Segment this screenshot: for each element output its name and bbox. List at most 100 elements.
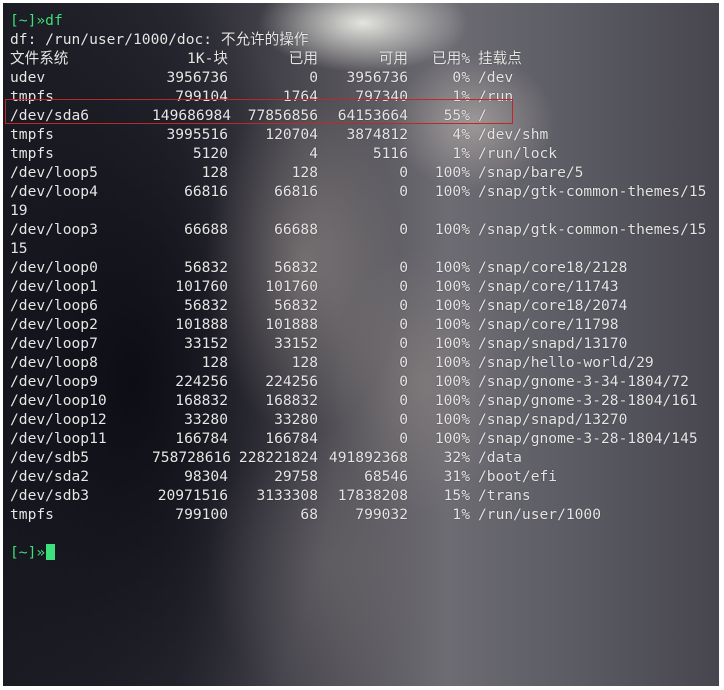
cell-use-pct: 31% [443,468,470,485]
cell-mounted-on: /snap/core18/2128 [478,259,628,276]
cell-used: 101760 [265,278,318,295]
header-blocks: 1K-块 [187,50,228,67]
table-row: tmpfs 799100 68 799032 1% /run/user/1000 [10,505,706,524]
cell-available: 0 [399,411,408,428]
table-row: /dev/loop11 166784 166784 0 100% /snap/gnome-… [10,429,706,448]
cell-use-pct: 32% [443,449,470,466]
cell-available: 0 [399,164,408,181]
cell-used: 33152 [274,335,318,352]
cell-blocks: 5120 [192,145,228,162]
cell-use-pct: 100% [434,164,470,181]
cell-available: 0 [399,335,408,352]
table-row: /dev/loop1 101760 101760 0 100% /snap/core/11… [10,277,706,296]
prompt: [~]» [10,12,46,29]
table-row: /dev/loop10 168832 168832 0 100% /snap/gnome-… [10,391,706,410]
table-row: /dev/loop5 128 128 0 100% /snap/bare/5 [10,163,706,182]
terminal-output: [~]»df df: /run/user/1000/doc: 不允许的操作 文件… [10,11,706,562]
cell-use-pct: 100% [434,430,470,447]
cell-blocks: 33152 [184,335,228,352]
cell-use-pct: 100% [434,183,470,200]
cell-available: 0 [399,316,408,333]
cell-filesystem: tmpfs [10,506,54,523]
cell-used: 66688 [274,221,318,238]
cell-filesystem: /dev/loop6 [10,297,98,314]
table-row: /dev/loop4 66816 66816 0 100% /snap/gtk-commo… [10,182,706,201]
cell-filesystem: udev [10,69,46,86]
table-row: /dev/loop6 56832 56832 0 100% /snap/core18/20… [10,296,706,315]
cell-used: 168832 [265,392,318,409]
cell-available: 0 [399,430,408,447]
header-mounted-on: 挂载点 [478,50,522,67]
cell-used: 66816 [274,183,318,200]
cell-used: 120704 [265,126,318,143]
cell-blocks: 3956736 [166,69,228,86]
table-row: /dev/loop3 66688 66688 0 100% /snap/gtk-commo… [10,220,706,239]
cell-blocks: 56832 [184,297,228,314]
terminal-window[interactable]: [~]»df df: /run/user/1000/doc: 不允许的操作 文件… [3,3,719,686]
error-line: df: /run/user/1000/doc: 不允许的操作 [10,31,309,48]
cell-blocks: 56832 [184,259,228,276]
text-cursor [46,544,56,560]
cell-mounted-on: /data [478,449,522,466]
cell-filesystem: /dev/loop10 [10,392,107,409]
cell-available: 0 [399,373,408,390]
cell-mounted-on: /snap/gnome-3-28-1804/145 [478,430,698,447]
cell-available: 0 [399,354,408,371]
cell-mounted-on: /dev [478,69,514,86]
table-row: /dev/loop7 33152 33152 0 100% /snap/snapd/131… [10,334,706,353]
cell-use-pct: 100% [434,411,470,428]
cell-use-pct: 100% [434,392,470,409]
cell-filesystem: tmpfs [10,145,54,162]
table-row: /dev/loop8 128 128 0 100% /snap/hello-world/2… [10,353,706,372]
cell-mounted-on: /snap/snapd/13170 [478,335,628,352]
cell-used: 128 [291,164,318,181]
cell-filesystem: /dev/loop11 [10,430,107,447]
table-header: 文件系统 1K-块 已用 可用 已用% 挂载点 [10,49,706,68]
table-row: udev 3956736 0 3956736 0% /dev [10,68,706,87]
cell-used: 68 [300,506,318,523]
cell-blocks: 33280 [184,411,228,428]
table-row: tmpfs 5120 4 5116 1% /run/lock [10,144,706,163]
cell-use-pct: 1% [452,145,470,162]
cell-filesystem: /dev/loop12 [10,411,107,428]
cell-used: 101888 [265,316,318,333]
cell-mounted-on: /trans [478,487,531,504]
cell-filesystem: /dev/loop9 [10,373,98,390]
cell-mounted-on: /snap/snapd/13270 [478,411,628,428]
final-prompt: [~]» [10,544,46,561]
cell-mounted-on: /snap/gnome-3-28-1804/161 [478,392,698,409]
cell-filesystem: /dev/sdb3 [10,487,90,504]
cell-used: 228221824 [238,449,318,466]
cell-use-pct: 100% [434,335,470,352]
cell-blocks: 168832 [175,392,228,409]
cell-used: 128 [291,354,318,371]
command-line: [~]»df [10,11,706,30]
cell-mounted-on: /run/user/1000 [478,506,602,523]
cell-use-pct: 4% [452,126,470,143]
cell-used: 33280 [274,411,318,428]
header-used: 已用 [288,50,318,67]
cell-used: 56832 [274,297,318,314]
cell-blocks: 224256 [175,373,228,390]
cell-use-pct: 100% [434,278,470,295]
header-use-pct: 已用% [432,50,470,67]
cell-blocks: 166784 [175,430,228,447]
input-line[interactable]: [~]» [10,543,706,562]
cell-used: 224256 [265,373,318,390]
cell-available: 17838208 [337,487,408,504]
cell-mounted-on: /snap/gtk-common-themes/15 [478,221,707,238]
cell-mounted-on: /snap/gtk-common-themes/15 [478,183,707,200]
cell-available: 68546 [364,468,408,485]
cell-filesystem: /dev/sdb5 [10,449,90,466]
cell-available: 0 [399,392,408,409]
cell-available: 3956736 [346,69,408,86]
cell-used: 56832 [274,259,318,276]
cell-mounted-on: /snap/core18/2074 [478,297,628,314]
cell-filesystem: /dev/loop5 [10,164,98,181]
cell-available: 0 [399,259,408,276]
header-filesystem: 文件系统 [10,50,69,67]
cell-mounted-on: /dev/shm [478,126,549,143]
cell-used: 3133308 [256,487,318,504]
cell-blocks: 66816 [184,183,228,200]
cell-available: 0 [399,183,408,200]
